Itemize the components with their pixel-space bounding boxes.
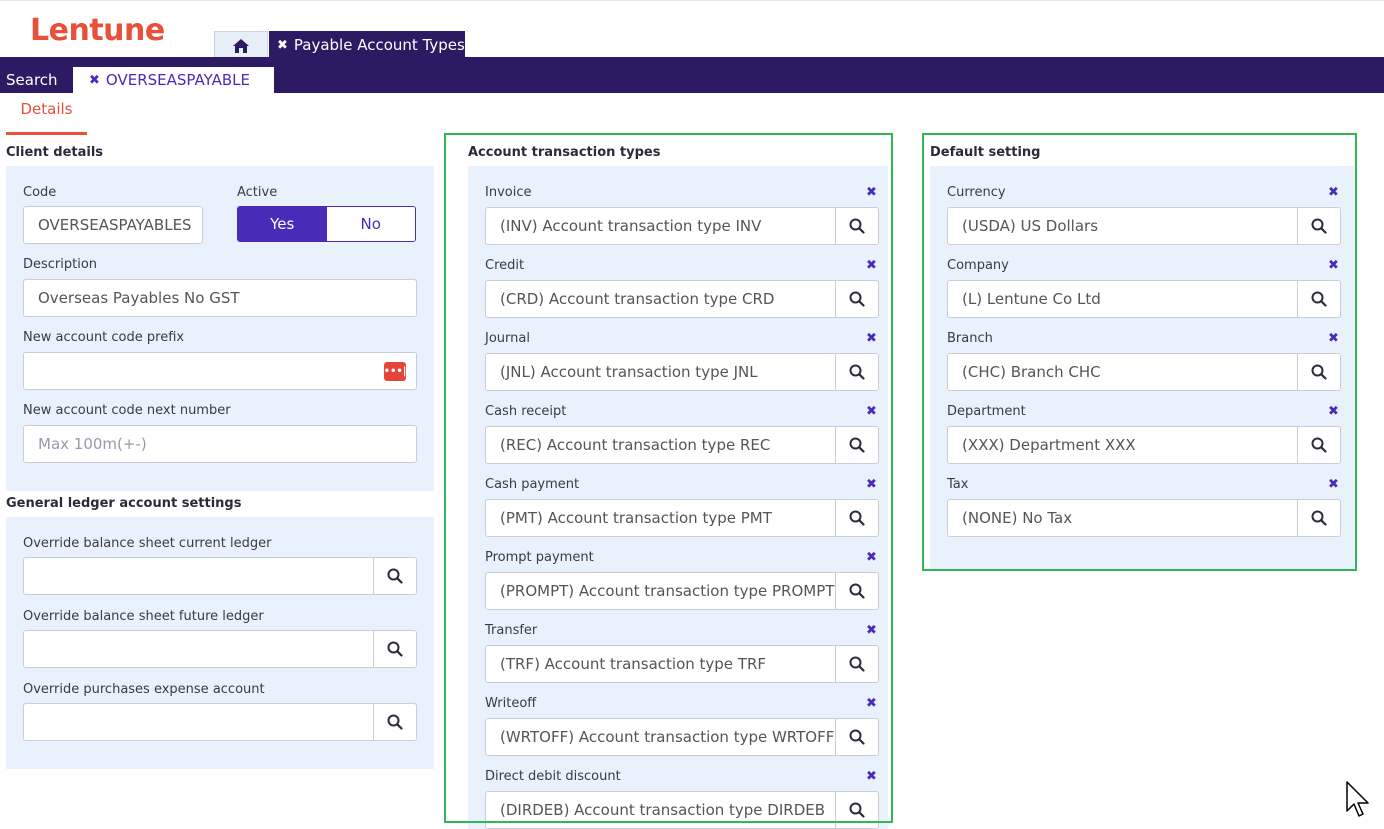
lookup-input[interactable] xyxy=(24,631,374,667)
record-tab[interactable]: ✖ OVERSEASPAYABLE xyxy=(73,67,274,93)
lookup-input[interactable] xyxy=(24,704,374,740)
tab-details[interactable]: Details xyxy=(6,100,87,135)
active-no-button[interactable]: No xyxy=(326,207,415,241)
search-icon xyxy=(387,714,403,730)
lookup-input[interactable] xyxy=(24,558,374,594)
code-label: Code xyxy=(23,185,57,200)
gl-field-label: Override balance sheet future ledger xyxy=(23,609,264,624)
top-bar: Lentune ✖ Payable Account Types xyxy=(0,0,1384,59)
description-label: Description xyxy=(23,257,98,272)
search-button[interactable] xyxy=(374,631,416,667)
description-input[interactable]: Overseas Payables No GST xyxy=(23,279,417,317)
next-number-label: New account code next number xyxy=(23,403,231,418)
mouse-cursor-icon xyxy=(1346,781,1369,817)
search-icon xyxy=(387,568,403,584)
prefix-input[interactable]: •••| xyxy=(23,352,417,390)
gl-field-label: Override purchases expense account xyxy=(23,682,265,697)
client-details-title: Client details xyxy=(6,145,104,160)
active-yes-button[interactable]: Yes xyxy=(238,207,327,241)
lentune-logo[interactable]: Lentune xyxy=(30,13,165,48)
active-label: Active xyxy=(237,185,278,200)
next-number-input[interactable]: Max 100m(+-) xyxy=(23,425,417,463)
search-button[interactable] xyxy=(374,558,416,594)
home-icon xyxy=(233,38,249,53)
search-button[interactable] xyxy=(374,704,416,740)
tab-label: Payable Account Types xyxy=(293,36,465,54)
active-toggle: Yes No xyxy=(237,206,416,242)
gl-expense-account-lookup xyxy=(23,703,417,741)
record-tab-label: OVERSEASPAYABLE xyxy=(105,71,250,89)
tab-payable-account-types[interactable]: ✖ Payable Account Types xyxy=(269,31,465,59)
home-tab[interactable] xyxy=(214,31,268,59)
close-icon[interactable]: ✖ xyxy=(277,38,288,53)
gl-settings-title: General ledger account settings xyxy=(6,496,242,511)
code-input[interactable]: OVERSEASPAYABLES xyxy=(23,206,203,244)
gl-field-label: Override balance sheet current ledger xyxy=(23,536,272,551)
gl-future-ledger-lookup xyxy=(23,630,417,668)
highlight-box-transaction-types xyxy=(444,133,893,823)
search-link[interactable]: Search xyxy=(6,71,58,89)
search-icon xyxy=(387,641,403,657)
password-dots-icon[interactable]: •••| xyxy=(384,362,406,381)
prefix-label: New account code prefix xyxy=(23,330,185,345)
highlight-box-default-setting xyxy=(922,133,1357,571)
close-icon[interactable]: ✖ xyxy=(89,73,100,88)
gl-current-ledger-lookup xyxy=(23,557,417,595)
nav-bar: Search ✖ OVERSEASPAYABLE xyxy=(0,57,1384,93)
